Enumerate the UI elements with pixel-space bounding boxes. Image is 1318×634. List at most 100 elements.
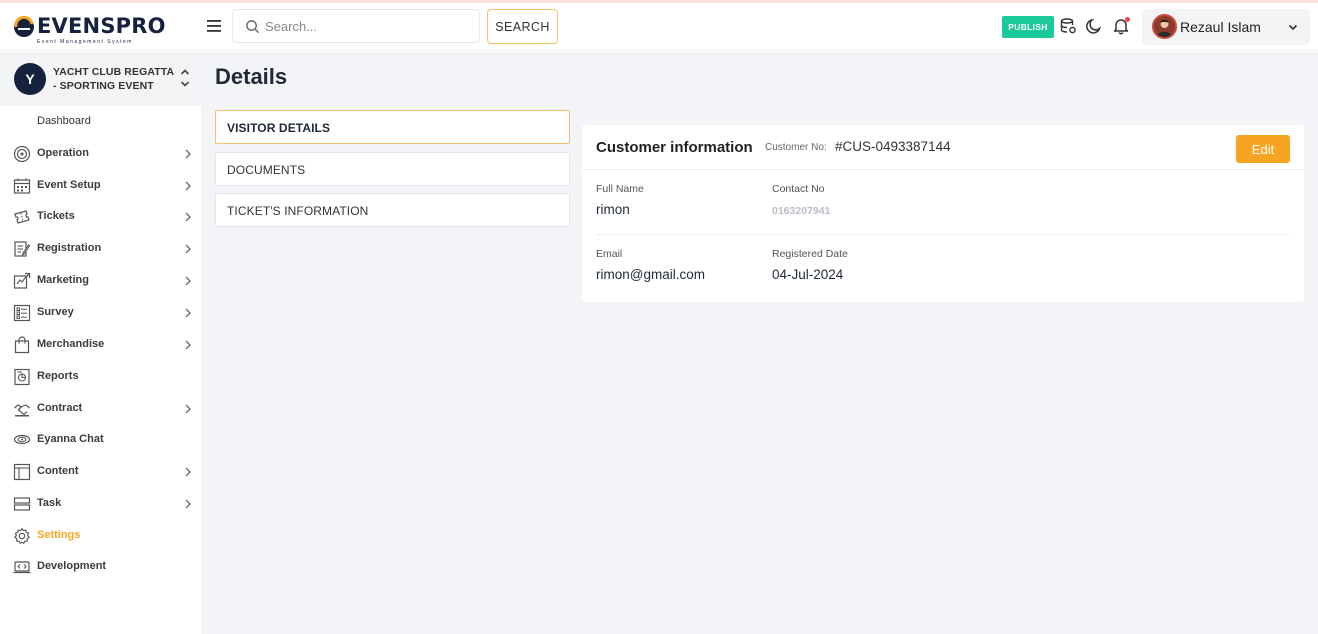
database-icon[interactable] [1059, 17, 1077, 35]
chevron-right-icon [185, 404, 191, 414]
sidebar-item-dashboard[interactable]: Dashboard [0, 107, 201, 137]
event-avatar: Y [14, 63, 46, 95]
full-name-label: Full Name [596, 183, 644, 195]
sidebar-item-label: Operation [37, 147, 89, 159]
sidebar-item-task[interactable]: Task [0, 489, 201, 519]
divider [596, 234, 1290, 235]
chevron-right-icon [185, 276, 191, 286]
sidebar-item-label: Eyanna Chat [37, 433, 104, 445]
chat-icon [13, 434, 31, 445]
chevron-right-icon [185, 212, 191, 222]
tab-label: DOCUMENTS [227, 163, 306, 177]
customer-no-label: Customer No: [765, 142, 827, 153]
card-title: Customer information [596, 139, 753, 156]
main-content: Details VISITOR DETAILS DOCUMENTS TICKET… [201, 52, 1318, 634]
email-label: Email [596, 248, 623, 260]
customer-info-card: Customer information Customer No: #CUS-0… [582, 125, 1304, 302]
card-header: Customer information Customer No: #CUS-0… [582, 125, 1304, 170]
sidebar-item-label: Development [37, 560, 107, 572]
contact-value: 0163207941 [772, 205, 831, 217]
sidebar-item-label: Dashboard [37, 115, 91, 127]
survey-icon [13, 304, 31, 322]
publish-button[interactable]: PUBLISH [1002, 16, 1054, 38]
logo-tagline: Event Management System [37, 39, 133, 45]
operation-icon [13, 145, 31, 163]
sidebar-item-eyanna-chat[interactable]: Eyanna Chat [0, 425, 201, 455]
tab-label: TICKET'S INFORMATION [227, 204, 369, 218]
sidebar-item-label: Marketing [37, 274, 89, 286]
event-selector[interactable]: Y YACHT CLUB REGATTA - SPORTING EVENT [0, 52, 201, 106]
logo-wordmark: EVENSPRO [37, 14, 166, 38]
user-name: Rezaul Islam [1180, 19, 1261, 35]
event-name: YACHT CLUB REGATTA - SPORTING EVENT [53, 66, 174, 92]
evenspro-logo[interactable]: EVENSPRO Event Management System [13, 13, 165, 45]
development-icon [13, 561, 31, 574]
sidebar-item-label: Contract [37, 402, 83, 414]
registration-icon [14, 241, 31, 257]
avatar [1152, 14, 1177, 39]
chevron-right-icon [185, 308, 191, 318]
content-icon [13, 463, 31, 481]
full-name-value: rimon [596, 202, 630, 217]
search-icon [246, 20, 260, 34]
tab-documents[interactable]: DOCUMENTS [215, 152, 570, 186]
chevron-right-icon [185, 340, 191, 350]
marketing-icon [13, 272, 31, 289]
sidebar-item-content[interactable]: Content [0, 457, 201, 487]
sidebar-item-label: Survey [37, 306, 74, 318]
sidebar-item-tickets[interactable]: Tickets [0, 202, 201, 232]
search-box [232, 9, 480, 43]
sidebar-item-label: Task [37, 497, 62, 509]
sidebar-item-operation[interactable]: Operation [0, 139, 201, 169]
contract-icon [14, 404, 30, 417]
sidebar-item-contract[interactable]: Contract [0, 394, 201, 424]
chevron-right-icon [185, 149, 191, 159]
email-value: rimon@gmail.com [596, 267, 705, 282]
task-icon [13, 497, 31, 511]
registered-date-label: Registered Date [772, 248, 848, 260]
sidebar-item-label: Reports [37, 370, 79, 382]
logo-mark-icon [14, 16, 34, 37]
reports-icon [14, 368, 30, 386]
tab-label: VISITOR DETAILS [227, 121, 331, 135]
search-button[interactable]: SEARCH [487, 9, 558, 44]
edit-button[interactable]: Edit [1236, 135, 1290, 163]
gear-icon [14, 527, 30, 544]
chevron-down-icon [1288, 24, 1298, 31]
sidebar: Y YACHT CLUB REGATTA - SPORTING EVENT Da… [0, 52, 201, 634]
chevron-up-down-icon [180, 69, 190, 87]
sidebar-item-marketing[interactable]: Marketing [0, 266, 201, 296]
notification-dot [1125, 17, 1130, 22]
contact-label: Contact No [772, 183, 825, 195]
sidebar-item-settings[interactable]: Settings [0, 521, 201, 551]
sidebar-item-reports[interactable]: Reports [0, 362, 201, 392]
sidebar-item-development[interactable]: Development [0, 552, 201, 582]
menu-toggle-button[interactable] [201, 13, 227, 39]
sidebar-item-registration[interactable]: Registration [0, 234, 201, 264]
sidebar-item-label: Tickets [37, 210, 75, 222]
sidebar-item-survey[interactable]: Survey [0, 298, 201, 328]
moon-icon[interactable] [1085, 17, 1103, 35]
chevron-right-icon [185, 181, 191, 191]
menu-icon [207, 20, 221, 32]
chevron-right-icon [185, 467, 191, 477]
registered-date-value: 04-Jul-2024 [772, 267, 844, 282]
sidebar-item-label: Content [37, 465, 79, 477]
chevron-right-icon [185, 499, 191, 509]
sidebar-item-event-setup[interactable]: Event Setup [0, 171, 201, 201]
sidebar-item-label: Event Setup [37, 179, 101, 191]
user-menu[interactable]: Rezaul Islam [1142, 9, 1310, 45]
search-input[interactable] [265, 10, 475, 42]
tab-tickets-information[interactable]: TICKET'S INFORMATION [215, 193, 570, 227]
chevron-right-icon [185, 244, 191, 254]
sidebar-item-label: Registration [37, 242, 102, 254]
customer-no-value: #CUS-0493387144 [835, 139, 951, 154]
top-header: EVENSPRO Event Management System SEARCH … [0, 3, 1318, 51]
tab-visitor-details[interactable]: VISITOR DETAILS [215, 110, 570, 144]
calendar-icon [13, 178, 31, 194]
sidebar-item-merchandise[interactable]: Merchandise [0, 330, 201, 360]
tickets-icon [14, 210, 30, 224]
sidebar-item-label: Settings [37, 529, 81, 541]
bag-icon [14, 336, 30, 354]
sidebar-item-label: Merchandise [37, 338, 105, 350]
